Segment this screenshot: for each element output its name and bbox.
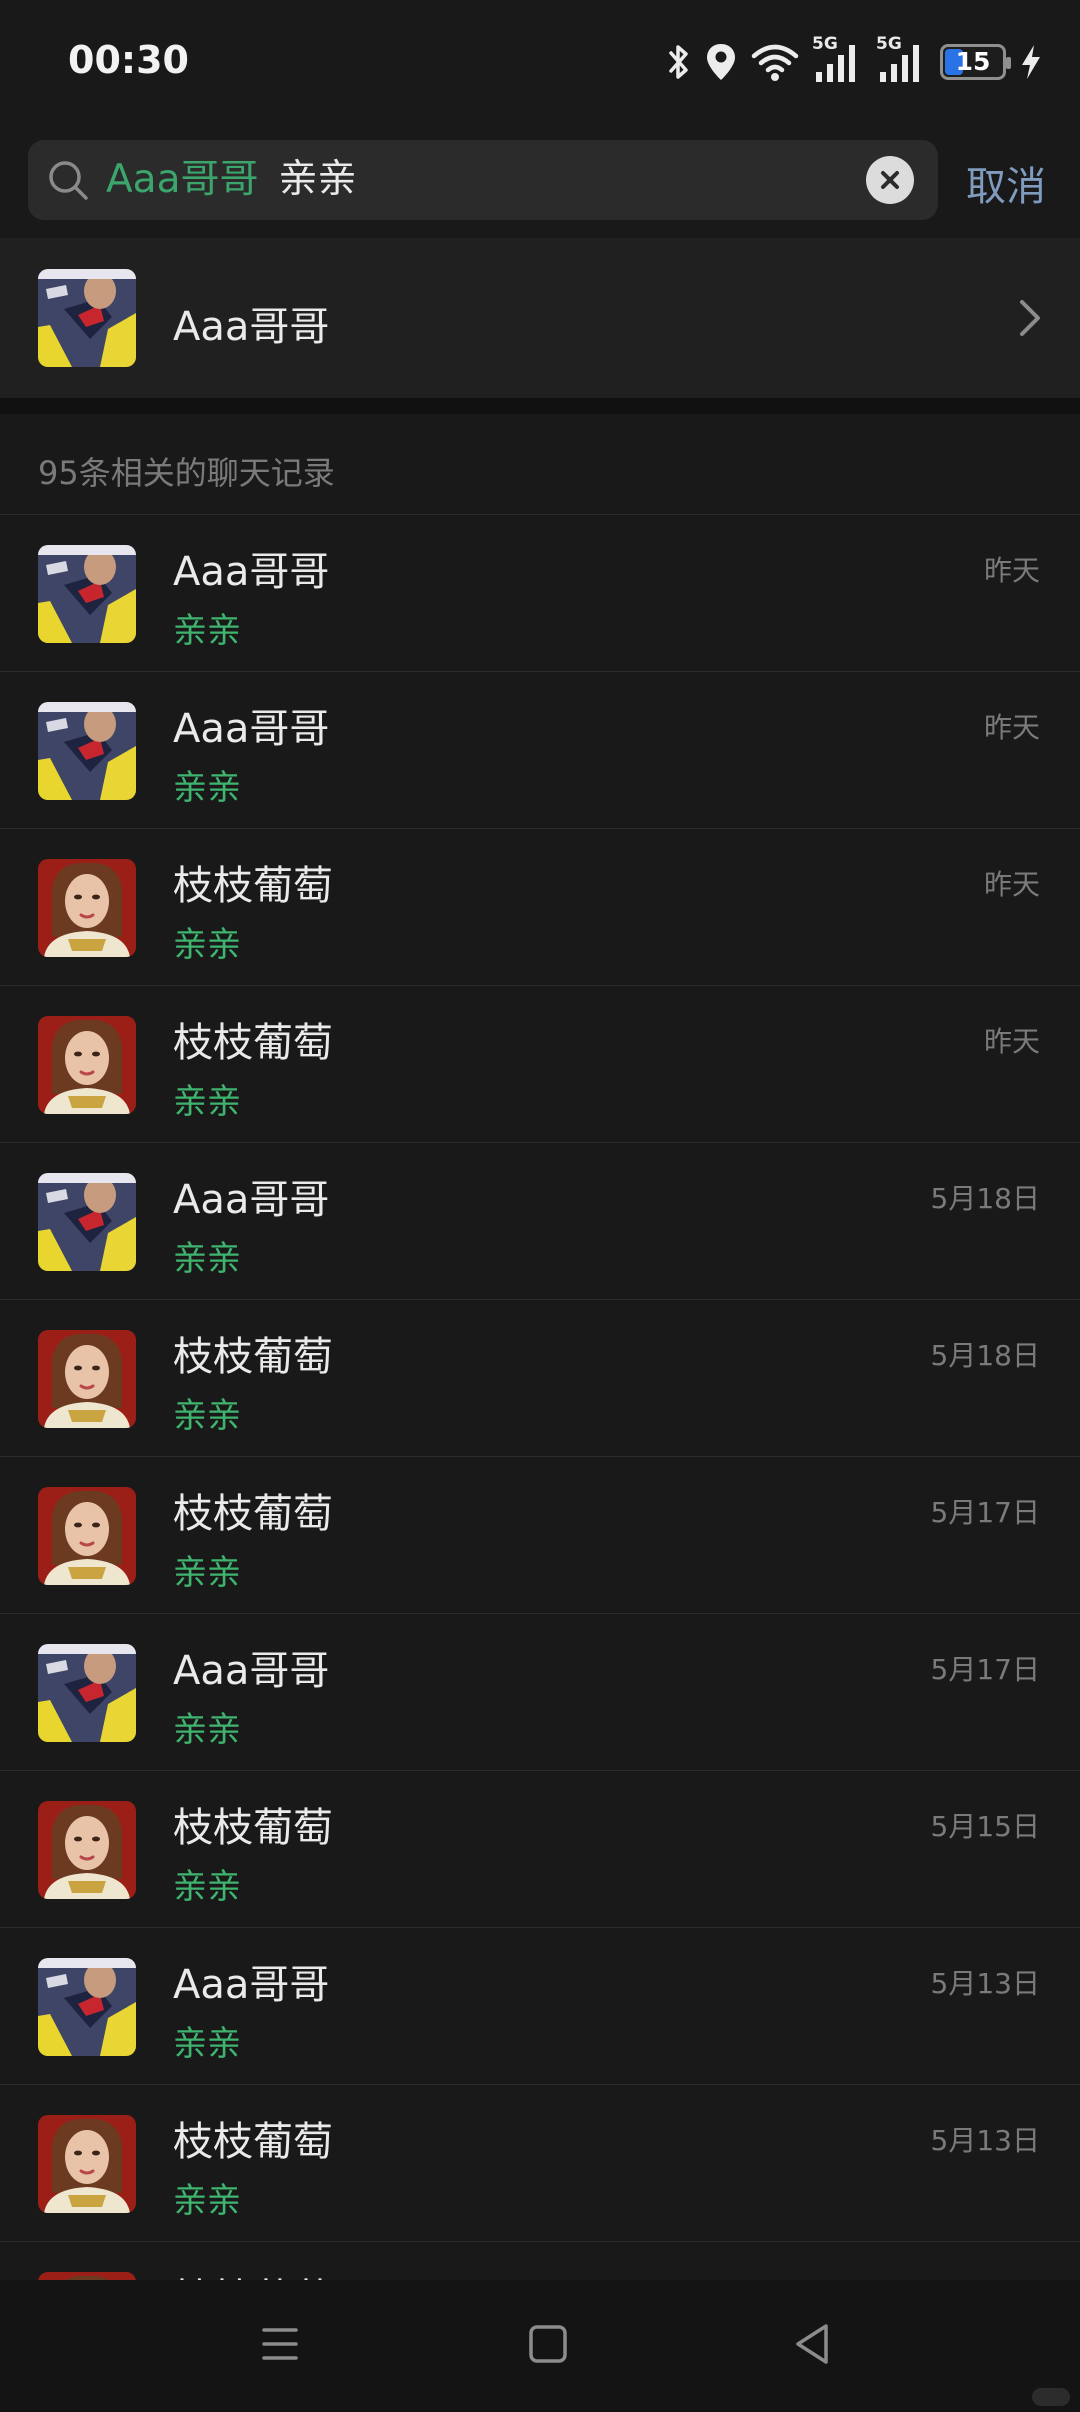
contact-name: Aaa哥哥	[173, 304, 330, 350]
records-count-title: 95条相关的聊天记录	[38, 454, 335, 492]
record-contact-name: Aaa哥哥	[173, 549, 330, 595]
system-nav-bar	[0, 2280, 1080, 2412]
avatar-zhizhi	[38, 1487, 136, 1585]
avatar-zhizhi	[38, 859, 136, 957]
avatar-zhizhi	[38, 2115, 136, 2213]
record-message: 亲亲	[173, 1396, 241, 1436]
contact-result[interactable]: Aaa哥哥	[0, 238, 1080, 398]
chat-record-row[interactable]: 枝枝葡萄亲亲 昨天	[0, 985, 1080, 1142]
avatar-zhizhi	[38, 1330, 136, 1428]
search-bar[interactable]: Aaa哥哥 亲亲	[28, 140, 938, 220]
cancel-button[interactable]: 取消	[966, 154, 1046, 212]
status-time: 00:30	[68, 38, 189, 82]
record-date: 5月18日	[930, 1182, 1040, 1215]
avatar-aaa	[38, 1958, 136, 2056]
record-message: 亲亲	[173, 1553, 241, 1593]
avatar-aaa	[38, 1173, 136, 1271]
record-message: 亲亲	[173, 611, 241, 651]
record-date: 昨天	[983, 1025, 1040, 1058]
menu-icon[interactable]	[258, 2320, 302, 2372]
contact-avatar	[38, 269, 136, 367]
record-contact-name: Aaa哥哥	[173, 1648, 330, 1694]
back-icon[interactable]	[790, 2320, 838, 2372]
chat-record-row[interactable]: 枝枝葡萄亲亲 5月15日	[0, 1770, 1080, 1927]
clear-icon	[881, 171, 899, 189]
record-contact-name: 枝枝葡萄	[173, 2119, 333, 2165]
battery-icon: 15	[940, 44, 1011, 80]
record-contact-name: 枝枝葡萄	[173, 1805, 333, 1851]
record-date: 5月17日	[930, 1653, 1040, 1686]
watermark-badge	[1032, 2388, 1070, 2406]
chat-record-row[interactable]: Aaa哥哥亲亲 昨天	[0, 514, 1080, 671]
avatar-zhizhi	[38, 2272, 136, 2280]
home-icon[interactable]	[524, 2320, 572, 2372]
network-type-label: 5G	[812, 34, 838, 54]
record-message: 亲亲	[173, 768, 241, 808]
chat-record-row[interactable]: 枝枝葡萄亲亲 5月17日	[0, 1456, 1080, 1613]
bluetooth-icon	[666, 42, 692, 82]
record-message: 亲亲	[173, 1710, 241, 1750]
record-contact-name: 枝枝葡萄	[173, 2266, 333, 2280]
network-type-label: 5G	[876, 34, 902, 54]
search-input[interactable]: Aaa哥哥 亲亲	[106, 158, 357, 202]
avatar-aaa	[38, 702, 136, 800]
record-contact-name: 枝枝葡萄	[173, 1491, 333, 1537]
clear-search-button[interactable]	[866, 156, 914, 204]
signal-icon: 5G	[812, 34, 864, 84]
record-message: 亲亲	[173, 1082, 241, 1122]
charging-icon	[1018, 42, 1044, 82]
record-contact-name: Aaa哥哥	[173, 1177, 330, 1223]
avatar-aaa	[38, 1644, 136, 1742]
section-divider	[0, 398, 1080, 414]
chat-record-row[interactable]: 枝枝葡萄亲亲 昨天	[0, 828, 1080, 985]
record-message: 亲亲	[173, 2024, 241, 2064]
search-term[interactable]: 亲亲	[278, 157, 356, 202]
avatar-aaa	[38, 545, 136, 643]
chat-record-row[interactable]: 枝枝葡萄亲亲 5月18日	[0, 1299, 1080, 1456]
record-date: 昨天	[983, 554, 1040, 587]
record-message: 亲亲	[173, 2181, 241, 2221]
location-icon	[704, 41, 738, 83]
record-date: 昨天	[983, 868, 1040, 901]
record-date: 昨天	[983, 711, 1040, 744]
record-date: 5月18日	[930, 1339, 1040, 1372]
record-date: 5月13日	[930, 1967, 1040, 2000]
record-contact-name: Aaa哥哥	[173, 1962, 330, 2008]
chat-record-row[interactable]: 枝枝葡萄亲亲 5月13日	[0, 2084, 1080, 2241]
chat-records-list[interactable]: Aaa哥哥 亲亲 昨天 Aaa哥哥 亲亲 昨天 枝枝葡萄 亲亲 昨天 枝枝葡萄 亲亲 昨天 Aa…	[0, 514, 1080, 2280]
chat-record-row[interactable]: 枝枝葡萄	[0, 2241, 1080, 2280]
record-contact-name: 枝枝葡萄	[173, 1020, 333, 1066]
record-contact-name: Aaa哥哥	[173, 706, 330, 752]
chat-record-row[interactable]: Aaa哥哥亲亲 5月13日	[0, 1927, 1080, 2084]
chat-record-row[interactable]: Aaa哥哥亲亲 5月18日	[0, 1142, 1080, 1299]
avatar-zhizhi	[38, 1801, 136, 1899]
battery-percent: 15	[955, 47, 991, 76]
record-message: 亲亲	[173, 1239, 241, 1279]
chat-record-row[interactable]: Aaa哥哥亲亲 5月17日	[0, 1613, 1080, 1770]
chevron-right-icon	[1018, 298, 1042, 342]
record-contact-name: 枝枝葡萄	[173, 863, 333, 909]
record-date: 5月17日	[930, 1496, 1040, 1529]
record-contact-name: 枝枝葡萄	[173, 1334, 333, 1380]
record-message: 亲亲	[173, 925, 241, 965]
wifi-icon	[750, 42, 800, 82]
status-icons: 5G 5G 15	[666, 34, 1044, 88]
record-date: 5月15日	[930, 1810, 1040, 1843]
avatar-zhizhi	[38, 1016, 136, 1114]
chat-record-row[interactable]: Aaa哥哥亲亲 昨天	[0, 671, 1080, 828]
record-date: 5月13日	[930, 2124, 1040, 2157]
status-bar: 00:30 5G 5G 15	[0, 0, 1080, 124]
search-keyword-chip[interactable]: Aaa哥哥	[106, 157, 258, 202]
record-message: 亲亲	[173, 1867, 241, 1907]
signal-icon: 5G	[876, 34, 928, 84]
search-icon	[46, 158, 90, 206]
